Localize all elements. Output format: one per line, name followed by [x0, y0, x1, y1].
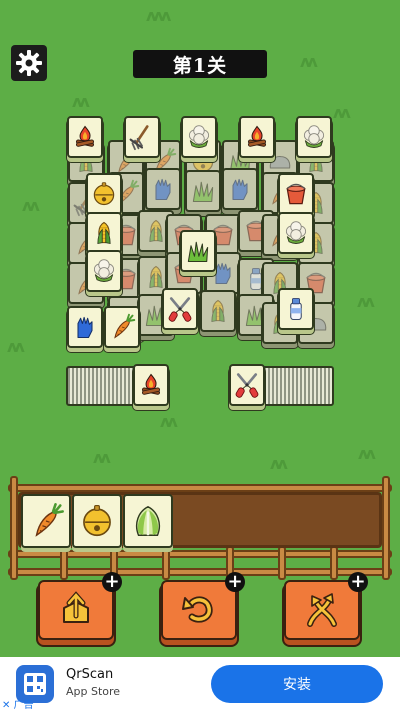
- milk-bottle-icon: [282, 295, 310, 323]
- tile-pruning-shears[interactable]: [162, 288, 198, 330]
- left-tile-stack: [66, 366, 140, 406]
- undo-arrow-icon: [182, 596, 213, 623]
- undo-button[interactable]: +: [161, 572, 245, 640]
- tile-campfire[interactable]: [239, 116, 275, 158]
- fence-post: [10, 476, 18, 580]
- tile-cauliflower[interactable]: [86, 250, 122, 292]
- grass-icon: [189, 177, 217, 205]
- tile-corn[interactable]: [86, 212, 122, 254]
- tile-rake[interactable]: [124, 116, 160, 158]
- right-tile-stack: [262, 366, 334, 406]
- bucket-icon: [282, 180, 310, 208]
- napa-cabbage-icon: [129, 502, 167, 540]
- tile-glove[interactable]: [67, 306, 103, 348]
- bell-icon: [90, 180, 118, 208]
- tray-slot-napa-cabbage: [123, 494, 173, 548]
- ad-app-name: QrScan: [66, 667, 114, 682]
- campfire-icon: [71, 123, 99, 151]
- tile-campfire[interactable]: [67, 116, 103, 158]
- cauliflower-icon: [185, 123, 213, 151]
- tile-cauliflower[interactable]: [181, 116, 217, 158]
- ad-store-label: App Store: [66, 685, 121, 698]
- fence-post: [278, 546, 286, 580]
- right-stack-top-tile[interactable]: [229, 364, 265, 406]
- carrot-icon: [108, 313, 136, 341]
- tile-cauliflower[interactable]: [278, 212, 314, 254]
- tile-bell[interactable]: [86, 173, 122, 215]
- gear-icon: [16, 50, 42, 76]
- cauliflower-icon: [300, 123, 328, 151]
- corn-icon: [204, 297, 232, 325]
- tile-bucket[interactable]: [278, 173, 314, 215]
- grass-icon: [184, 237, 212, 265]
- board-tile-lower: [185, 170, 221, 212]
- fence-post: [60, 546, 68, 580]
- ad-banner[interactable]: QrScan App Store 安装 ✕ 广告: [0, 657, 400, 711]
- shuffle-arrows-icon: [307, 593, 337, 627]
- fence-post: [382, 476, 390, 580]
- box-arrow-up-icon: [63, 591, 89, 623]
- ad-label-text: 广告: [13, 700, 34, 711]
- corn-icon: [90, 219, 118, 247]
- level-title: 第1关: [133, 50, 267, 78]
- settings-button[interactable]: [11, 45, 47, 81]
- board-tile-lower: [200, 290, 236, 332]
- tile-carrot[interactable]: [104, 306, 140, 348]
- left-stack-top-tile[interactable]: [133, 364, 169, 406]
- cauliflower-icon: [90, 257, 118, 285]
- campfire-icon: [243, 123, 271, 151]
- shuffle-button[interactable]: +: [284, 572, 368, 640]
- tray-slot-bell: [72, 494, 122, 548]
- fence-post: [330, 546, 338, 580]
- cauliflower-icon: [282, 219, 310, 247]
- board-tile-lower: [222, 168, 258, 210]
- pruning-shears-icon: [233, 371, 261, 399]
- campfire-icon: [137, 371, 165, 399]
- move-out-badge[interactable]: +: [102, 572, 122, 592]
- fence-rail-top: [8, 484, 392, 492]
- tile-milk-bottle[interactable]: [278, 288, 314, 330]
- shuffle-badge[interactable]: +: [348, 572, 368, 592]
- tray-slot-carrot: [21, 494, 71, 548]
- ad-label[interactable]: ✕ 广告: [2, 696, 34, 711]
- undo-badge[interactable]: +: [225, 572, 245, 592]
- carrot-icon: [27, 502, 65, 540]
- glove-icon: [149, 175, 177, 203]
- glove-icon: [226, 175, 254, 203]
- fence-post: [162, 546, 170, 580]
- tile-cauliflower[interactable]: [296, 116, 332, 158]
- install-button[interactable]: 安装: [211, 665, 383, 703]
- tile-grass[interactable]: [180, 230, 216, 272]
- pruning-shears-icon: [166, 295, 194, 323]
- move-out-button[interactable]: +: [38, 572, 122, 640]
- ad-close-icon[interactable]: ✕: [2, 700, 10, 711]
- bell-icon: [78, 502, 116, 540]
- board-tile-lower: [145, 168, 181, 210]
- rake-icon: [128, 123, 156, 151]
- glove-icon: [71, 313, 99, 341]
